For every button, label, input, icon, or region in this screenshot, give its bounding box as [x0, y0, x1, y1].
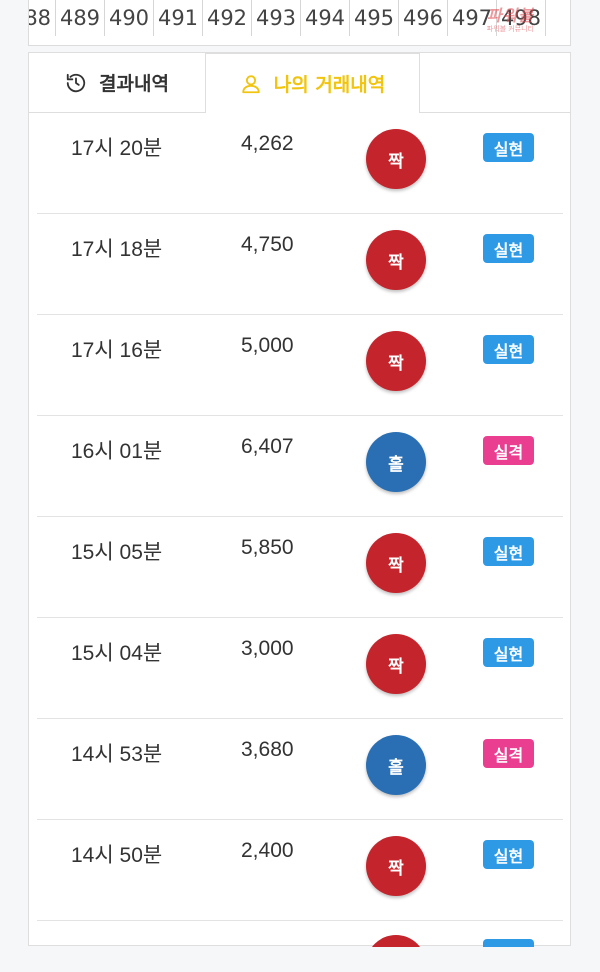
- record-time: 15시 05분: [71, 541, 163, 564]
- record-amount: 4,262: [241, 132, 294, 155]
- pick-ball-even: 짝: [366, 129, 426, 189]
- record-amount: 3,000: [241, 637, 294, 660]
- trade-record-row[interactable]: 14시 53분 3,680 홀 실격: [37, 719, 563, 820]
- record-time: 17시 18분: [71, 238, 163, 261]
- record-time: 17시 16분: [71, 339, 163, 362]
- trade-record-row[interactable]: 15시 05분 5,850 짝 실현: [37, 517, 563, 618]
- result-badge-win: 실현: [483, 335, 534, 364]
- round-number-cell[interactable]: 492: [203, 0, 252, 36]
- result-badge-win: 실현: [483, 234, 534, 263]
- round-number-cell[interactable]: 495: [350, 0, 399, 36]
- pick-ball-even: 짝: [366, 230, 426, 290]
- round-number-cell[interactable]: 488: [29, 0, 56, 36]
- result-badge-win: 실현: [483, 638, 534, 667]
- round-number-cell[interactable]: 489: [56, 0, 105, 36]
- record-time: 14시 50분: [71, 844, 163, 867]
- tab-bar-filler: [420, 53, 570, 113]
- pick-ball-odd: 홀: [366, 432, 426, 492]
- trade-record-row[interactable]: 17시 18분 4,750 짝 실현: [37, 214, 563, 315]
- result-badge-win: 실현: [483, 537, 534, 566]
- result-badge-loss: 실격: [483, 436, 534, 465]
- record-time: 16시 01분: [71, 440, 163, 463]
- pick-ball-even: 짝: [366, 331, 426, 391]
- pick-ball-even: 짝: [366, 533, 426, 593]
- result-badge-win: 실현: [483, 840, 534, 869]
- record-time: 15시 04분: [71, 642, 163, 665]
- round-number-cell[interactable]: 490: [105, 0, 154, 36]
- page: 488489490491492493494495496497498 파워볼 파워…: [0, 0, 600, 972]
- round-number-cell[interactable]: 498: [497, 0, 546, 36]
- trade-record-row[interactable]: 17시 20분 4,262 짝 실현: [37, 113, 563, 214]
- tab-my-trades[interactable]: 나의 거래내역: [205, 53, 420, 113]
- round-number-cell[interactable]: 497: [448, 0, 497, 36]
- record-amount: 4,750: [241, 233, 294, 256]
- tab-bar: 결과내역 나의 거래내역: [29, 53, 570, 113]
- round-number-row: 488489490491492493494495496497498: [29, 0, 546, 36]
- trade-record-list[interactable]: 17시 20분 4,262 짝 실현 17시 18분 4,750 짝 실현 17시 16분 5,0…: [29, 113, 570, 947]
- partial-row-pick-ball: [366, 935, 426, 947]
- trade-record-row[interactable]: 15시 04분 3,000 짝 실현: [37, 618, 563, 719]
- record-time: 14시 53분: [71, 743, 163, 766]
- pick-ball-even: 짝: [366, 634, 426, 694]
- partial-row-time: [71, 937, 171, 947]
- record-amount: 5,000: [241, 334, 294, 357]
- round-number-cell[interactable]: 493: [252, 0, 301, 36]
- pick-ball-odd: 홀: [366, 735, 426, 795]
- result-badge-loss: 실격: [483, 739, 534, 768]
- result-badge-win: 실현: [483, 133, 534, 162]
- round-number-cell[interactable]: 491: [154, 0, 203, 36]
- partial-row-result-badge: [483, 939, 534, 947]
- trade-record-row[interactable]: 16시 01분 6,407 홀 실격: [37, 416, 563, 517]
- record-amount: 3,680: [241, 738, 294, 761]
- tab-results-label: 결과내역: [99, 73, 169, 95]
- history-panel: 결과내역 나의 거래내역 17시 20분 4,262 짝 실현 17시 18분 4,750…: [28, 52, 571, 947]
- round-number-strip[interactable]: 488489490491492493494495496497498 파워볼 파워…: [28, 0, 571, 46]
- history-icon: [65, 72, 87, 94]
- round-number-cell[interactable]: 496: [399, 0, 448, 36]
- trade-record-row[interactable]: 14시 50분 2,400 짝 실현: [37, 820, 563, 921]
- trade-record-row[interactable]: 17시 16분 5,000 짝 실현: [37, 315, 563, 416]
- record-amount: 6,407: [241, 435, 294, 458]
- user-icon: [240, 73, 262, 95]
- tab-results-history[interactable]: 결과내역: [29, 53, 205, 113]
- record-amount: 5,850: [241, 536, 294, 559]
- record-time: 17시 20분: [71, 137, 163, 160]
- tab-my-trades-label: 나의 거래내역: [273, 74, 386, 96]
- pick-ball-even: 짝: [366, 836, 426, 896]
- round-number-cell[interactable]: 494: [301, 0, 350, 36]
- record-amount: 2,400: [241, 839, 294, 862]
